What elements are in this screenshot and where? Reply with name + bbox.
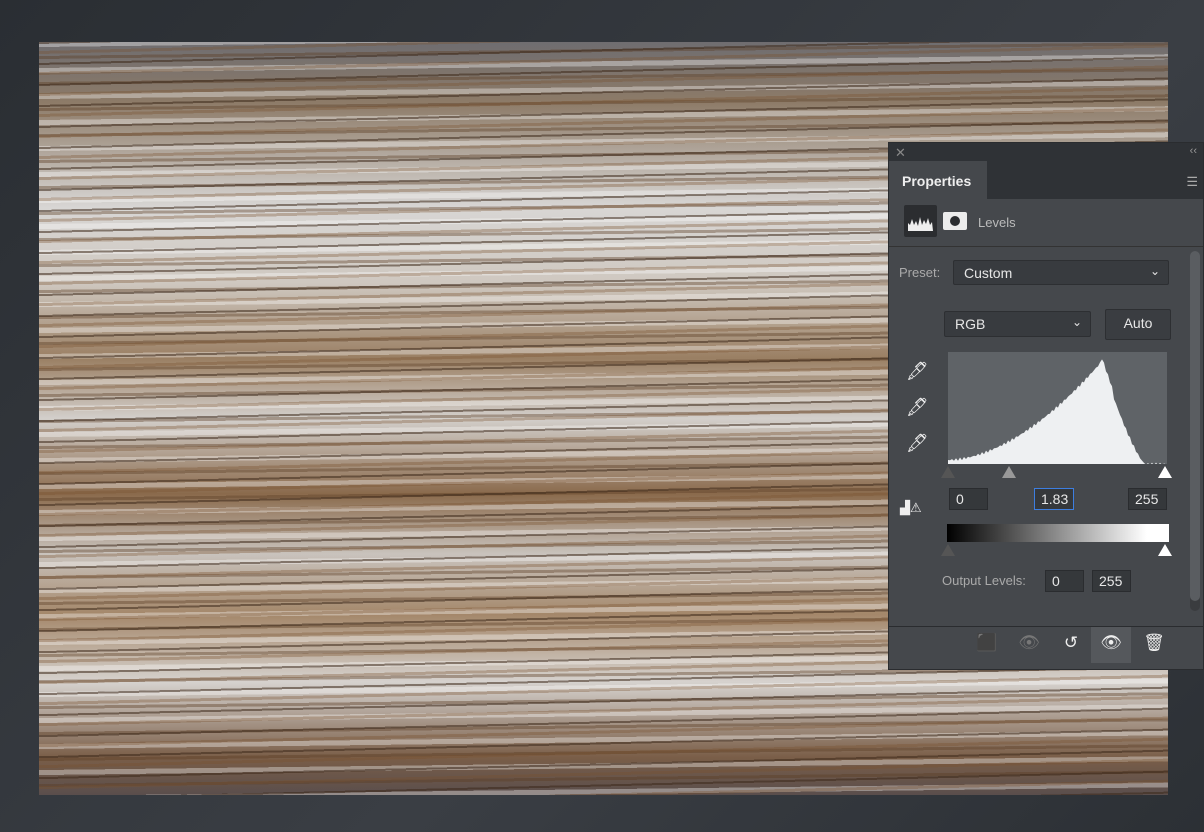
input-gamma-field[interactable]: 1.83 xyxy=(1034,488,1074,510)
panel-topbar: ✕ ‹‹ xyxy=(889,143,1203,161)
black-eyedropper-icon[interactable]: 🖋 xyxy=(906,361,929,382)
histogram-shape xyxy=(948,359,1167,466)
white-output-slider[interactable] xyxy=(1158,544,1172,556)
white-eyedropper-icon[interactable]: 🖋 xyxy=(906,433,929,454)
white-input-slider[interactable] xyxy=(1158,466,1172,478)
black-output-slider[interactable] xyxy=(941,544,955,556)
properties-panel: ✕ ‹‹ Properties ☰ Levels Preset: Custom ⌄… xyxy=(888,142,1204,670)
preset-label: Preset: xyxy=(899,265,941,280)
panel-menu-icon[interactable]: ☰ xyxy=(1186,174,1198,190)
trash-icon[interactable]: 🗑 xyxy=(1134,633,1174,653)
tab-properties[interactable]: Properties xyxy=(889,161,987,199)
reset-icon[interactable]: ↺ xyxy=(1051,633,1091,653)
preset-dropdown[interactable]: Custom ⌄ xyxy=(953,260,1169,285)
mask-icon[interactable] xyxy=(943,212,967,230)
output-white-field[interactable]: 255 xyxy=(1092,570,1131,592)
close-icon[interactable]: ✕ xyxy=(895,145,906,161)
input-white-field[interactable]: 255 xyxy=(1128,488,1167,510)
channel-dropdown[interactable]: RGB ⌄ xyxy=(944,311,1091,337)
view-previous-icon[interactable]: 👁 xyxy=(1009,633,1049,653)
panel-scrollbar[interactable] xyxy=(1190,251,1200,611)
preset-value: Custom xyxy=(964,265,1013,281)
auto-button[interactable]: Auto xyxy=(1105,309,1171,340)
visibility-icon[interactable]: 👁 xyxy=(1091,627,1131,663)
chevron-down-icon: ⌄ xyxy=(1071,315,1082,329)
output-levels-label: Output Levels: xyxy=(942,573,1026,588)
channel-value: RGB xyxy=(955,316,986,332)
panel-footer: ⬛ 👁 ↺ 👁 🗑 xyxy=(889,626,1203,663)
input-black-field[interactable]: 0 xyxy=(949,488,988,510)
chevron-down-icon: ⌄ xyxy=(1149,264,1160,278)
levels-icon[interactable] xyxy=(904,205,937,237)
output-black-field[interactable]: 0 xyxy=(1045,570,1084,592)
clip-to-layer-icon[interactable]: ⬛ xyxy=(967,633,1007,653)
adjustment-name: Levels xyxy=(978,215,1016,230)
black-input-slider[interactable] xyxy=(941,466,955,478)
gamma-input-slider[interactable] xyxy=(1002,466,1016,478)
histogram xyxy=(948,352,1167,466)
gray-eyedropper-icon[interactable]: 🖋 xyxy=(906,397,929,418)
clipping-warning-icon[interactable]: ▟⚠ xyxy=(900,500,922,516)
output-gradient xyxy=(947,524,1169,542)
collapse-icon[interactable]: ‹‹ xyxy=(1190,145,1197,157)
